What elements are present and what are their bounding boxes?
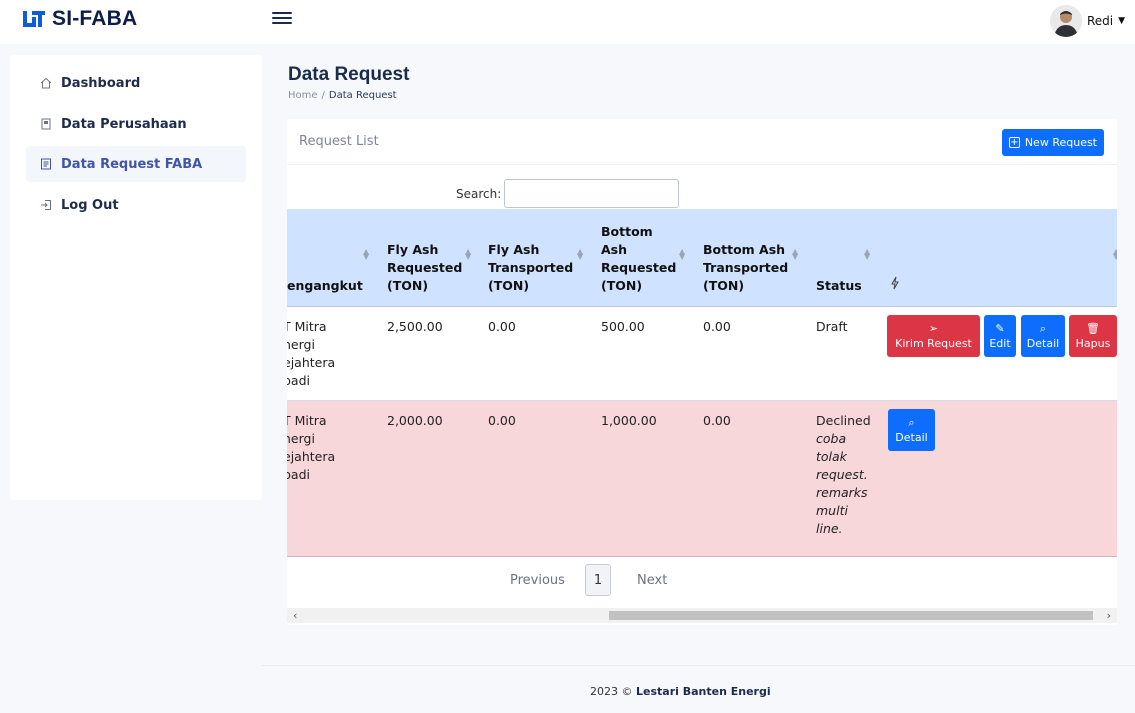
caret-down-icon: ▼ — [1118, 16, 1125, 26]
sidebar-item-dashboard[interactable]: Dashboard — [26, 65, 246, 101]
pagination-next[interactable]: Next — [637, 564, 667, 596]
cell-fly-ash-transported: 0.00 — [488, 319, 516, 334]
cell-pengangkut: T Mitranergiejahterabadi — [287, 319, 336, 388]
table-header: engangkut ▲ ▼ Fly Ash Requested (TON) ▲ ▼ Fl… — [287, 209, 1117, 307]
avatar — [1049, 5, 1082, 37]
sort-icon: ▲ ▼ — [679, 247, 686, 261]
pagination-previous[interactable]: Previous — [510, 564, 565, 596]
new-request-button[interactable]: + New Request — [1001, 129, 1104, 156]
th-pengangkut[interactable]: engangkut — [287, 277, 363, 295]
kirim-request-button[interactable]: ➢ Kirim Request — [887, 315, 980, 357]
scrollbar-thumb[interactable] — [609, 611, 1093, 620]
cell-pengangkut: T Mitranergiejahterabadi — [287, 413, 336, 482]
breadcrumb-home-link[interactable]: Home — [288, 90, 318, 101]
search-icon: ⌕ — [908, 415, 915, 429]
status-text: Declined — [816, 413, 871, 428]
status-remark: coba tolak request. remarks multi line. — [816, 431, 868, 536]
cell-status: Draft — [816, 319, 848, 334]
pagination: Previous 1 Next — [287, 564, 1117, 596]
send-icon: ➢ — [928, 321, 939, 335]
card-title: Request List — [299, 134, 379, 149]
th-bottom-ash-requested[interactable]: Bottom Ash Requested (TON) — [601, 223, 676, 295]
lightning-icon — [890, 276, 900, 295]
cell-bottom-ash-transported: 0.00 — [703, 413, 731, 428]
user-menu[interactable]: Redi ▼ — [1049, 5, 1125, 37]
th-bottom-ash-transported[interactable]: Bottom Ash Transported (TON) — [703, 241, 788, 295]
plus-square-icon: + — [1008, 137, 1020, 148]
new-request-label: New Request — [1024, 136, 1097, 149]
edit-button[interactable]: ✎ Edit — [984, 315, 1016, 357]
th-fly-ash-requested[interactable]: Fly Ash Requested (TON) — [387, 241, 462, 295]
table-row: T Mitranergiejahterabadi 2,500.00 0.00 5… — [287, 307, 1117, 401]
top-navbar: SI-FABA Redi ▼ — [0, 0, 1135, 44]
footer: 2023 © Lestari Banten Energi — [590, 685, 771, 698]
scroll-right-arrow-icon[interactable]: › — [1107, 609, 1111, 622]
cell-fly-ash-transported: 0.00 — [488, 413, 516, 428]
search-box: Search: — [456, 179, 680, 208]
user-name: Redi — [1086, 14, 1114, 28]
trash-icon: 🗑 — [1086, 321, 1100, 335]
card-header: Request List + New Request — [287, 119, 1117, 165]
search-input[interactable] — [504, 179, 680, 208]
horizontal-scrollbar[interactable]: ‹ › — [287, 608, 1117, 623]
brand[interactable]: SI-FABA — [22, 7, 137, 31]
sort-icon: ▲ ▼ — [792, 247, 799, 261]
home-icon — [40, 77, 52, 89]
document-icon — [41, 158, 51, 170]
cell-bottom-ash-transported: 0.00 — [703, 319, 731, 334]
sidebar-item-label: Data Perusahaan — [61, 116, 187, 132]
detail-button[interactable]: ⌕ Detail — [888, 409, 935, 451]
footer-divider — [262, 665, 1135, 666]
sort-icon: ▲ ▼ — [465, 247, 472, 261]
building-icon — [41, 118, 51, 130]
search-icon: ⌕ — [1039, 321, 1047, 335]
request-list-card: Request List + New Request Search: engan… — [287, 119, 1117, 625]
brand-logo-icon — [23, 11, 45, 27]
breadcrumb: Home / Data Request — [288, 90, 397, 101]
sort-icon: ▲ ▼ — [577, 247, 584, 261]
th-fly-ash-transported[interactable]: Fly Ash Transported (TON) — [488, 241, 573, 295]
sort-icon: ▲ ▼ — [864, 247, 871, 261]
sort-icon: ▲ ▼ — [1113, 247, 1117, 261]
sidebar-item-log-out[interactable]: Log Out — [26, 187, 246, 223]
page-title: Data Request — [288, 64, 410, 85]
brand-name: SI-FABA — [52, 7, 138, 30]
cell-bottom-ash-requested: 500.00 — [601, 319, 645, 334]
table-row: T Mitranergiejahterabadi 2,000.00 0.00 1… — [287, 401, 1117, 557]
scroll-left-arrow-icon[interactable]: ‹ — [293, 609, 297, 622]
sidebar-item-label: Data Request FABA — [61, 156, 203, 172]
search-label: Search: — [456, 186, 502, 201]
breadcrumb-separator: / — [321, 90, 325, 101]
sidebar-item-label: Dashboard — [61, 75, 141, 91]
cell-fly-ash-requested: 2,500.00 — [387, 319, 443, 334]
detail-button[interactable]: ⌕ Detail — [1021, 315, 1065, 357]
logout-icon — [41, 200, 51, 210]
pencil-icon: ✎ — [995, 321, 1005, 335]
breadcrumb-current: Data Request — [328, 90, 397, 101]
cell-bottom-ash-requested: 1,000.00 — [601, 413, 657, 428]
cell-fly-ash-requested: 2,000.00 — [387, 413, 443, 428]
sidebar: Dashboard Data Perusahaan Data Request F… — [10, 55, 262, 500]
footer-company: Lestari Banten Energi — [636, 685, 771, 698]
menu-toggle-icon[interactable] — [272, 10, 292, 30]
pagination-page-1[interactable]: 1 — [585, 564, 611, 596]
th-status[interactable]: Status — [816, 277, 862, 295]
sidebar-item-label: Log Out — [61, 197, 119, 213]
hapus-button[interactable]: 🗑 Hapus — [1069, 315, 1117, 357]
sidebar-item-data-perusahaan[interactable]: Data Perusahaan — [26, 106, 246, 142]
sort-icon: ▲ ▼ — [363, 247, 370, 261]
sidebar-item-data-request-faba[interactable]: Data Request FABA — [26, 146, 246, 182]
cell-status: Declined coba tolak request. remarks multi li… — [816, 412, 871, 538]
